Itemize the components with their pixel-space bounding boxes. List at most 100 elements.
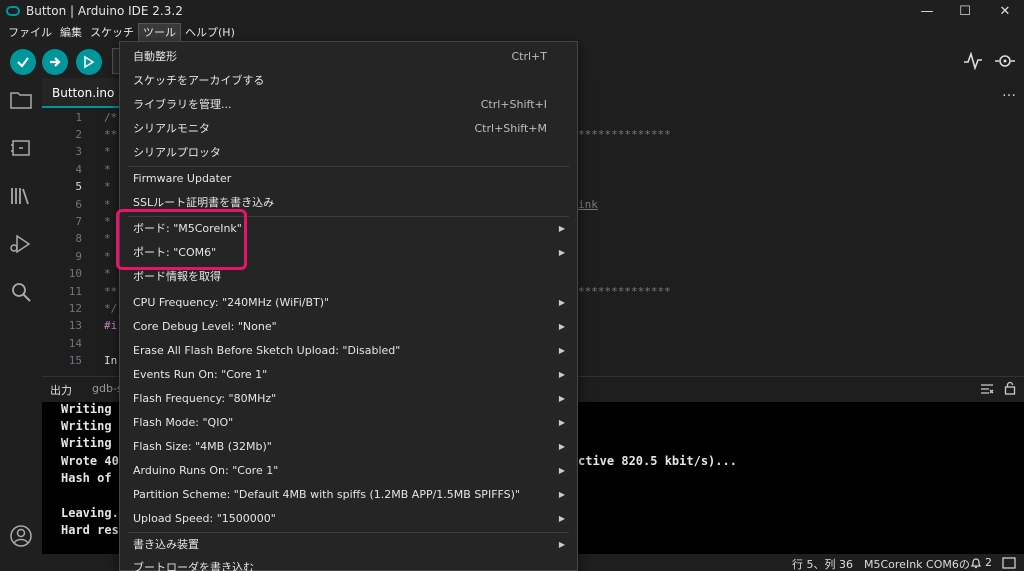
line-number: 8 bbox=[75, 232, 82, 245]
submenu-arrow-icon: ▶ bbox=[558, 346, 565, 355]
search-icon[interactable] bbox=[9, 280, 33, 304]
menu-item-label: Flash Frequency: "80MHz" bbox=[133, 392, 277, 405]
code-comment-stars: ************** bbox=[578, 285, 671, 298]
menu-item-label: ボード情報を取得 bbox=[133, 270, 221, 283]
menu-item-erase-flash[interactable]: Erase All Flash Before Sketch Upload: "D… bbox=[120, 339, 577, 363]
menu-file[interactable]: ファイル bbox=[4, 23, 56, 43]
minimize-button[interactable]: — bbox=[908, 0, 946, 22]
menu-item-firmware-updater[interactable]: Firmware Updater bbox=[120, 167, 577, 191]
code-line: * bbox=[104, 267, 111, 280]
code-line: #i bbox=[104, 319, 118, 332]
line-number: 1 bbox=[75, 111, 82, 124]
code-link[interactable]: ink bbox=[578, 198, 598, 211]
code-comment-stars: ************** bbox=[578, 128, 671, 141]
line-number: 15 bbox=[68, 354, 82, 367]
line-number: 10 bbox=[68, 267, 82, 280]
menu-item-programmer[interactable]: 書き込み装置 ▶ bbox=[120, 533, 577, 557]
maximize-button[interactable]: ☐ bbox=[946, 0, 984, 22]
annotation-highlight-box bbox=[116, 209, 247, 270]
menu-item-manage-libraries[interactable]: ライブラリを管理... Ctrl+Shift+I bbox=[120, 93, 577, 117]
clear-output-icon[interactable] bbox=[980, 383, 994, 395]
tab-output[interactable]: 出力 bbox=[50, 382, 72, 398]
menu-item-auto-format[interactable]: 自動整形 Ctrl+T bbox=[120, 45, 577, 69]
lock-icon[interactable] bbox=[1004, 381, 1016, 395]
menu-item-serial-monitor[interactable]: シリアルモニタ Ctrl+Shift+M bbox=[120, 117, 577, 141]
menu-item-flash-mode[interactable]: Flash Mode: "QIO" ▶ bbox=[120, 411, 577, 435]
title-bar: Button | Arduino IDE 2.3.2 — ☐ ✕ bbox=[0, 0, 1024, 22]
tools-menu-dropdown: 自動整形 Ctrl+T スケッチをアーカイブする ライブラリを管理... Ctrl+… bbox=[119, 41, 578, 571]
line-number: 6 bbox=[75, 198, 82, 211]
activity-bar bbox=[0, 78, 42, 571]
submenu-arrow-icon: ▶ bbox=[558, 298, 565, 307]
menu-item-label: Events Run On: "Core 1" bbox=[133, 368, 268, 381]
account-icon[interactable] bbox=[9, 524, 33, 548]
debug-sidebar-icon[interactable] bbox=[9, 232, 33, 256]
line-number: 11 bbox=[68, 285, 82, 298]
boards-manager-icon[interactable] bbox=[9, 136, 33, 160]
serial-monitor-icon[interactable] bbox=[994, 50, 1016, 72]
menu-item-label: スケッチをアーカイブする bbox=[133, 74, 265, 87]
menu-item-label: Flash Size: "4MB (32Mb)" bbox=[133, 440, 272, 453]
upload-button[interactable] bbox=[42, 49, 68, 75]
menu-item-cpu-frequency[interactable]: CPU Frequency: "240MHz (WiFi/BT)" ▶ bbox=[120, 291, 577, 315]
submenu-arrow-icon: ▶ bbox=[558, 248, 565, 257]
submenu-arrow-icon: ▶ bbox=[558, 514, 565, 523]
menu-item-label: ブートローダを書き込む bbox=[133, 561, 254, 571]
menu-item-label: シリアルプロッタ bbox=[133, 146, 221, 159]
code-line: */ bbox=[104, 302, 118, 315]
menu-item-burn-bootloader[interactable]: ブートローダを書き込む bbox=[120, 556, 577, 571]
output-line: Writing bbox=[61, 419, 119, 433]
arrow-right-icon bbox=[50, 57, 61, 67]
output-line: Hash of bbox=[61, 471, 119, 485]
menu-item-archive-sketch[interactable]: スケッチをアーカイブする bbox=[120, 69, 577, 93]
menu-sketch[interactable]: スケッチ bbox=[86, 23, 138, 43]
cursor-position[interactable]: 行 5、列 36 bbox=[792, 556, 853, 571]
terminal-toggle-icon[interactable] bbox=[1002, 557, 1016, 569]
menu-help[interactable]: ヘルプ(H) bbox=[181, 23, 239, 43]
code-line: In bbox=[104, 354, 118, 367]
menu-item-flash-size[interactable]: Flash Size: "4MB (32Mb)" ▶ bbox=[120, 435, 577, 459]
menu-item-core-debug-level[interactable]: Core Debug Level: "None" ▶ bbox=[120, 315, 577, 339]
menu-item-serial-plotter[interactable]: シリアルプロッタ bbox=[120, 141, 577, 165]
submenu-arrow-icon: ▶ bbox=[558, 540, 565, 549]
code-line: * bbox=[104, 145, 111, 158]
library-manager-icon[interactable] bbox=[9, 184, 33, 208]
submenu-arrow-icon: ▶ bbox=[558, 490, 565, 499]
output-line: Wrote 40 bbox=[61, 454, 119, 468]
menu-item-label: Partition Scheme: "Default 4MB with spif… bbox=[133, 488, 520, 501]
submenu-arrow-icon: ▶ bbox=[558, 224, 565, 233]
line-number: 7 bbox=[75, 215, 82, 228]
menu-item-upload-speed[interactable]: Upload Speed: "1500000" ▶ bbox=[120, 507, 577, 531]
menu-item-flash-frequency[interactable]: Flash Frequency: "80MHz" ▶ bbox=[120, 387, 577, 411]
code-line: * bbox=[104, 215, 111, 228]
output-line-tail: ctive 820.5 kbit/s)... bbox=[578, 454, 737, 468]
close-button[interactable]: ✕ bbox=[986, 0, 1024, 22]
submenu-arrow-icon: ▶ bbox=[558, 418, 565, 427]
menu-item-label: Core Debug Level: "None" bbox=[133, 320, 277, 333]
menu-item-partition-scheme[interactable]: Partition Scheme: "Default 4MB with spif… bbox=[120, 483, 577, 507]
notification-icon[interactable] bbox=[970, 557, 982, 569]
line-number: 9 bbox=[75, 250, 82, 263]
board-port-status[interactable]: M5CoreInk COM6の bbox=[864, 556, 970, 571]
output-line: Hard res bbox=[61, 523, 119, 537]
debug-button[interactable] bbox=[76, 49, 102, 75]
menu-item-label: Arduino Runs On: "Core 1" bbox=[133, 464, 279, 477]
menu-item-arduino-runs-on[interactable]: Arduino Runs On: "Core 1" ▶ bbox=[120, 459, 577, 483]
menu-item-label: ライブラリを管理... bbox=[133, 98, 232, 111]
serial-plotter-icon[interactable] bbox=[962, 50, 984, 72]
submenu-arrow-icon: ▶ bbox=[558, 370, 565, 379]
menu-item-events-run-on[interactable]: Events Run On: "Core 1" ▶ bbox=[120, 363, 577, 387]
notification-count: 2 bbox=[985, 556, 992, 569]
arduino-logo-icon bbox=[6, 6, 20, 16]
menu-item-shortcut: Ctrl+Shift+I bbox=[480, 98, 547, 111]
verify-button[interactable] bbox=[10, 49, 36, 75]
code-line: * bbox=[104, 163, 111, 176]
folder-icon[interactable] bbox=[9, 88, 33, 112]
menu-edit[interactable]: 編集 bbox=[56, 23, 86, 43]
code-line: ** bbox=[104, 285, 118, 298]
menu-tools[interactable]: ツール bbox=[138, 23, 181, 43]
more-actions-icon[interactable]: … bbox=[1002, 84, 1016, 100]
submenu-arrow-icon: ▶ bbox=[558, 322, 565, 331]
menu-item-shortcut: Ctrl+Shift+M bbox=[474, 122, 548, 135]
tab-button-ino[interactable]: Button.ino bbox=[42, 78, 125, 108]
